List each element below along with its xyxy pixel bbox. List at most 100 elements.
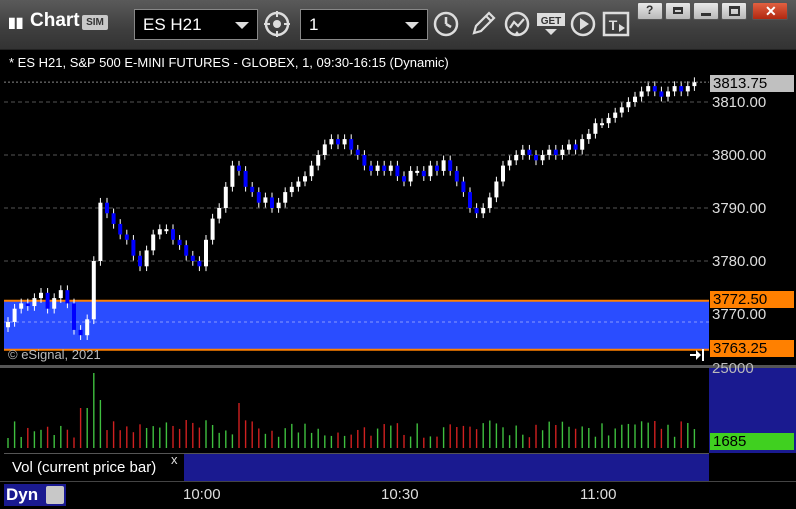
candle-body [263, 197, 268, 203]
volume-study-label: Vol (current price bar) [12, 459, 157, 476]
candle [586, 129, 591, 144]
candle-body [487, 197, 492, 208]
text-tool-icon[interactable]: T [602, 10, 630, 38]
candle-body [415, 170, 420, 173]
candle [613, 107, 618, 123]
candle-body [547, 149, 552, 155]
volume-chart[interactable] [4, 368, 709, 453]
candle [303, 171, 307, 187]
price-axis[interactable]: 3810.00 3800.00 3790.00 3780.00 3770.00 … [709, 50, 796, 365]
study-icon[interactable] [503, 10, 531, 38]
help-icon: ? [646, 3, 654, 17]
sim-badge: SIM [82, 15, 108, 30]
candle [520, 144, 525, 160]
volume-panel[interactable] [4, 368, 709, 453]
volume-study-tab[interactable]: Vol (current price bar) x [4, 452, 184, 481]
candle [619, 102, 624, 118]
candle [639, 86, 644, 102]
candle [646, 81, 651, 97]
candle [666, 86, 670, 102]
minimize-icon [701, 13, 711, 16]
time-axis[interactable]: Dyn 10:00 10:30 11:00 [0, 481, 796, 509]
candle [580, 134, 585, 155]
crosshair-icon[interactable] [263, 10, 291, 38]
volume-axis: 25000 1685 [709, 360, 796, 453]
candle [270, 192, 274, 213]
candle-body [382, 165, 387, 171]
chevron-down-icon[interactable] [235, 22, 249, 29]
restore-button[interactable] [665, 2, 691, 20]
candle-body [164, 229, 169, 232]
candle [573, 139, 578, 155]
candle-body [369, 165, 373, 171]
candle [375, 160, 380, 176]
candle-body [606, 117, 611, 124]
price-panel[interactable]: * ES H21, S&P 500 E-MINI FUTURES - GLOBE… [4, 50, 709, 365]
candle-body [105, 202, 109, 214]
candle [289, 182, 294, 197]
candle-body [230, 165, 235, 187]
candle [652, 81, 657, 97]
chevron-down-icon[interactable] [405, 22, 419, 29]
play-icon[interactable] [569, 10, 597, 38]
maximize-button[interactable] [721, 2, 747, 20]
candle [501, 160, 505, 187]
clock-icon[interactable] [432, 10, 460, 38]
candle-body [184, 245, 189, 256]
minimize-button[interactable] [693, 2, 719, 20]
candle-body [355, 149, 360, 155]
candle-body [388, 165, 393, 171]
candle-body [197, 261, 202, 267]
pencil-icon[interactable] [469, 10, 497, 38]
close-study-icon[interactable]: x [171, 452, 178, 467]
candle-body [12, 308, 17, 322]
candle-body [514, 155, 519, 161]
candle-body [349, 139, 354, 150]
candle [355, 144, 360, 160]
candle [342, 134, 347, 150]
interval-combo[interactable]: 1 [300, 9, 428, 40]
candle-body [468, 192, 472, 208]
get-data-icon[interactable]: GET [536, 10, 568, 38]
candle-body [237, 165, 241, 171]
candle [474, 203, 479, 219]
candle-body [151, 234, 156, 251]
symbol-combo[interactable]: ES H21 [134, 9, 258, 40]
svg-text:T: T [609, 17, 618, 33]
candle [415, 166, 420, 176]
scroll-to-end-icon[interactable] [688, 348, 706, 362]
time-tick: 10:00 [183, 486, 221, 503]
candle [105, 197, 109, 219]
candle-body [342, 139, 347, 145]
candle [514, 150, 519, 166]
close-button[interactable]: ✕ [752, 2, 788, 20]
candle-body [118, 223, 123, 235]
candle-body [540, 155, 545, 161]
title-bar: ▮▮ Chart SIM ES H21 1 GET T ? ✕ [0, 0, 796, 50]
candle [692, 77, 697, 91]
restore-icon [673, 7, 683, 14]
price-band [4, 300, 709, 350]
candle-body [303, 176, 307, 182]
volume-axis-top: 25000 [712, 360, 754, 377]
candle-body [507, 160, 512, 166]
candle [606, 113, 611, 128]
candle-body [270, 197, 274, 208]
candle-body [85, 319, 90, 336]
candle-body [448, 160, 453, 171]
close-icon: ✕ [765, 3, 777, 19]
candle-body [32, 298, 37, 307]
chart-window: ▮▮ Chart SIM ES H21 1 GET T ? ✕ * ES H21… [0, 0, 796, 509]
help-button[interactable]: ? [637, 2, 663, 20]
candle [527, 144, 532, 160]
candle [626, 97, 631, 113]
candle-body [316, 155, 321, 166]
lock-icon[interactable] [46, 486, 64, 504]
candle [402, 171, 406, 187]
price-chart[interactable] [4, 50, 709, 365]
candle-body [600, 123, 604, 126]
candle [91, 256, 96, 325]
candle [217, 203, 222, 224]
candle [151, 229, 156, 256]
dynamic-mode-button[interactable]: Dyn [4, 484, 66, 506]
